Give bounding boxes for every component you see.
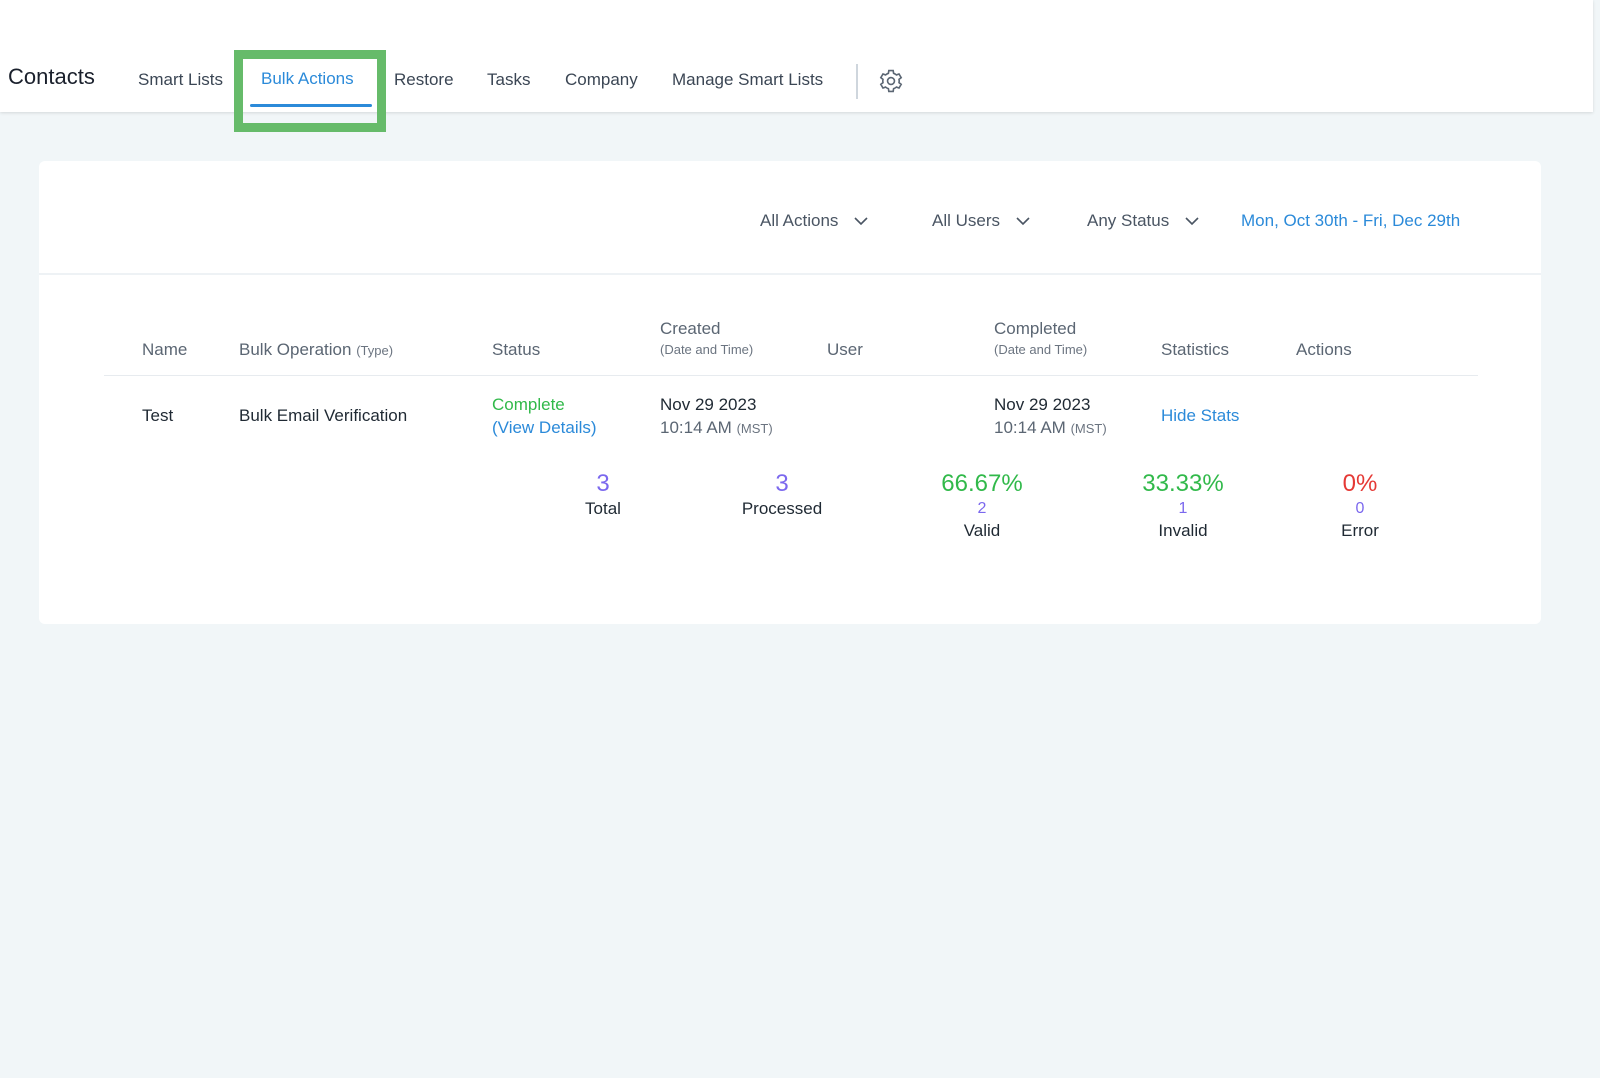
stat-total: 3 Total bbox=[533, 470, 673, 520]
column-header-completed-sub: (Date and Time) bbox=[994, 342, 1088, 357]
filter-bar: All Actions All Users Any Status Mon, Oc… bbox=[39, 161, 1541, 275]
highlight-box bbox=[234, 50, 386, 132]
column-header-completed: Completed (Date and Time) bbox=[994, 319, 1087, 357]
stat-valid: 66.67% 2 Valid bbox=[912, 470, 1052, 542]
completed-timezone: (MST) bbox=[1070, 421, 1107, 436]
chevron-down-icon bbox=[854, 216, 869, 225]
completed-time: 10:14 AM bbox=[994, 418, 1066, 437]
column-header-operation-label: Bulk Operation bbox=[239, 340, 352, 359]
chevron-down-icon bbox=[1185, 216, 1199, 225]
stat-invalid: 33.33% 1 Invalid bbox=[1113, 470, 1253, 542]
stat-processed-value: 3 bbox=[775, 470, 789, 497]
page-title: Contacts bbox=[8, 64, 95, 89]
column-header-created-sub: (Date and Time) bbox=[660, 342, 754, 357]
column-header-operation: Bulk Operation (Type) bbox=[239, 340, 393, 360]
created-time: 10:14 AM bbox=[660, 418, 732, 437]
chevron-down-icon bbox=[1016, 216, 1030, 225]
created-timezone: (MST) bbox=[736, 421, 773, 436]
filter-all-actions-label: All Actions bbox=[760, 211, 839, 230]
column-header-created-label: Created bbox=[660, 319, 721, 338]
status-complete-text: Complete bbox=[492, 395, 565, 414]
stat-processed-label: Processed bbox=[741, 499, 823, 518]
filter-all-actions[interactable]: All Actions bbox=[760, 211, 869, 231]
stat-valid-percent: 66.67% bbox=[941, 470, 1023, 497]
gear-icon[interactable] bbox=[878, 68, 904, 94]
filter-any-status-label: Any Status bbox=[1087, 211, 1170, 230]
bulk-actions-card: All Actions All Users Any Status Mon, Oc… bbox=[39, 161, 1541, 624]
tab-manage-smart-lists[interactable]: Manage Smart Lists bbox=[672, 70, 823, 90]
stat-total-label: Total bbox=[585, 499, 621, 518]
header-divider bbox=[104, 375, 1478, 376]
column-header-operation-sub: (Type) bbox=[356, 343, 394, 358]
column-header-statistics: Statistics bbox=[1161, 340, 1230, 359]
hide-stats-link[interactable]: Hide Stats bbox=[1161, 406, 1239, 426]
stat-valid-label: Valid bbox=[963, 521, 1001, 540]
row-name: Test bbox=[142, 406, 174, 425]
stat-invalid-label: Invalid bbox=[1158, 521, 1208, 540]
filter-any-status[interactable]: Any Status bbox=[1087, 211, 1199, 231]
filter-all-users[interactable]: All Users bbox=[932, 211, 1030, 231]
stat-error: 0% 0 Error bbox=[1290, 470, 1430, 542]
created-time-line: 10:14 AM (MST) bbox=[660, 418, 773, 438]
completed-date: Nov 29 2023 bbox=[994, 395, 1091, 414]
completed-time-line: 10:14 AM (MST) bbox=[994, 418, 1107, 438]
column-header-actions: Actions bbox=[1296, 340, 1352, 359]
view-details-link[interactable]: (View Details) bbox=[492, 418, 597, 438]
stat-processed: 3 Processed bbox=[712, 470, 852, 520]
stat-error-count: 0 bbox=[1355, 500, 1365, 517]
stat-invalid-percent: 33.33% bbox=[1142, 470, 1224, 497]
stat-valid-count: 2 bbox=[977, 500, 987, 517]
row-created: Nov 29 2023 10:14 AM (MST) bbox=[660, 395, 773, 438]
tab-smart-lists[interactable]: Smart Lists bbox=[138, 70, 223, 90]
row-completed: Nov 29 2023 10:14 AM (MST) bbox=[994, 395, 1107, 438]
tab-restore[interactable]: Restore bbox=[394, 70, 454, 90]
column-header-name: Name bbox=[142, 340, 188, 359]
row-status: Complete (View Details) bbox=[492, 395, 597, 438]
stat-error-label: Error bbox=[1341, 521, 1379, 540]
created-date: Nov 29 2023 bbox=[660, 395, 757, 414]
column-header-created: Created (Date and Time) bbox=[660, 319, 753, 357]
tab-tasks[interactable]: Tasks bbox=[487, 70, 530, 90]
stat-total-value: 3 bbox=[596, 470, 610, 497]
column-header-user: User bbox=[827, 340, 863, 359]
tab-company[interactable]: Company bbox=[565, 70, 638, 90]
row-operation: Bulk Email Verification bbox=[239, 406, 408, 425]
column-header-completed-label: Completed bbox=[994, 319, 1077, 338]
stat-error-percent: 0% bbox=[1342, 470, 1378, 497]
column-header-status: Status bbox=[492, 340, 541, 359]
filter-all-users-label: All Users bbox=[932, 211, 1001, 230]
nav-divider bbox=[856, 64, 858, 99]
date-range-picker[interactable]: Mon, Oct 30th - Fri, Dec 29th bbox=[1241, 211, 1460, 231]
stat-invalid-count: 1 bbox=[1178, 500, 1188, 517]
